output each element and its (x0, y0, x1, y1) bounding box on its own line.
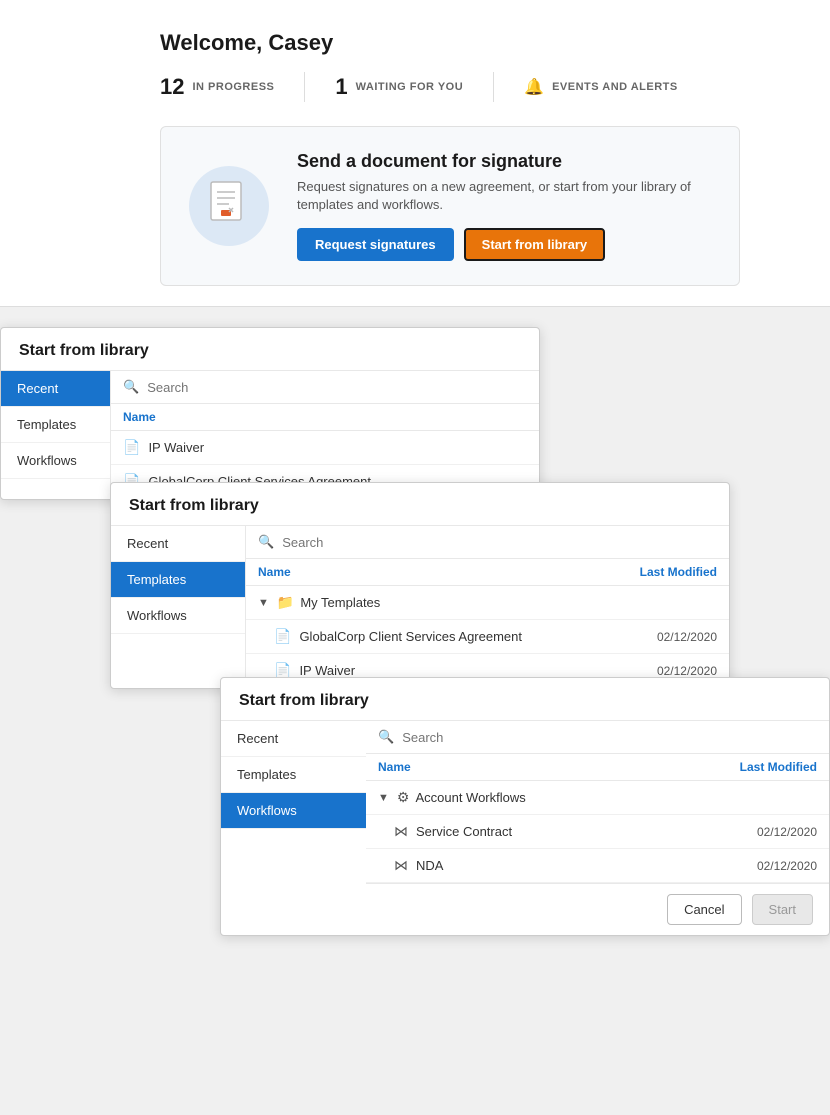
col-name-r: Name (123, 410, 156, 424)
send-doc-card: Send a document for signature Request si… (160, 126, 740, 286)
sidebar-item-workflows-r[interactable]: Workflows (1, 443, 110, 479)
panel-workflows-search-bar: 🔍 (366, 721, 829, 754)
file-date-t1: 02/12/2020 (657, 630, 717, 644)
search-icon-w: 🔍 (378, 729, 394, 745)
welcome-title: Welcome, Casey (160, 30, 790, 56)
panel-workflows-body: Recent Templates Workflows 🔍 Name Last M… (221, 721, 829, 935)
stats-bar: 12 IN PROGRESS 1 WAITING FOR YOU 🔔 EVENT… (160, 72, 790, 102)
sidebar-item-templates-t[interactable]: Templates (111, 562, 245, 598)
stat-number-progress: 12 (160, 74, 184, 100)
panel-workflows-title: Start from library (221, 678, 829, 721)
workflow-icon-w1: ⋈ (394, 823, 408, 840)
stat-waiting: 1 WAITING FOR YOU (335, 74, 463, 100)
stat-divider-1 (304, 72, 305, 102)
stat-number-waiting: 1 (335, 74, 347, 100)
sidebar-item-workflows-w[interactable]: Workflows (221, 793, 366, 829)
file-row-left: 📄 GlobalCorp Client Services Agreement (274, 628, 522, 645)
file-name-t2: IP Waiver (299, 663, 355, 678)
panel-templates-content: 🔍 Name Last Modified ▼ 📁 My Templates 📄 … (246, 526, 729, 688)
dashboard: Welcome, Casey 12 IN PROGRESS 1 WAITING … (0, 0, 830, 307)
panels-container: Start from library Recent Templates Work… (0, 317, 830, 1037)
panel-footer: Cancel Start (366, 883, 829, 935)
sidebar-item-recent-w[interactable]: Recent (221, 721, 366, 757)
panel-templates: Start from library Recent Templates Work… (110, 482, 730, 689)
doc-svg-icon (207, 180, 251, 232)
panel-templates-title: Start from library (111, 483, 729, 526)
list-item[interactable]: 📄 IP Waiver (111, 431, 539, 465)
sidebar-item-templates-w[interactable]: Templates (221, 757, 366, 793)
panel-recent-content: 🔍 Name 📄 IP Waiver 📄 GlobalCorp Client S… (111, 371, 539, 499)
start-button[interactable]: Start (752, 894, 813, 925)
search-input-w[interactable] (402, 730, 817, 745)
panel-templates-sidebar: Recent Templates Workflows (111, 526, 246, 688)
col-name-t: Name (258, 565, 291, 579)
doc-illustration (189, 166, 269, 246)
panel-workflows-content: 🔍 Name Last Modified ▼ ⚙ Account Workflo… (366, 721, 829, 935)
bell-icon: 🔔 (524, 77, 544, 97)
panel-templates-body: Recent Templates Workflows 🔍 Name Last M… (111, 526, 729, 688)
file-row-left: ⋈ NDA (394, 857, 443, 874)
file-icon-1: 📄 (123, 439, 140, 456)
stat-label-progress: IN PROGRESS (192, 81, 274, 93)
panel-recent-body: Recent Templates Workflows 🔍 Name 📄 IP W… (1, 371, 539, 499)
panel-recent-title: Start from library (1, 328, 539, 371)
sidebar-item-recent-t[interactable]: Recent (111, 526, 245, 562)
list-item[interactable]: ⋈ NDA 02/12/2020 (366, 849, 829, 883)
search-input-t[interactable] (282, 535, 717, 550)
folder-name-w: Account Workflows (415, 790, 525, 805)
chevron-down-icon-t: ▼ (258, 597, 269, 609)
send-doc-desc: Request signatures on a new agreement, o… (297, 178, 711, 214)
folder-row-w[interactable]: ▼ ⚙ Account Workflows (366, 781, 829, 815)
folder-name-t: My Templates (300, 595, 380, 610)
panel-workflows-header: Name Last Modified (366, 754, 829, 781)
panel-recent-sidebar: Recent Templates Workflows (1, 371, 111, 499)
stat-alerts: 🔔 EVENTS AND ALERTS (524, 77, 678, 97)
file-date-t2: 02/12/2020 (657, 664, 717, 678)
panel-templates-header: Name Last Modified (246, 559, 729, 586)
folder-row-t[interactable]: ▼ 📁 My Templates (246, 586, 729, 620)
workflow-name-w2: NDA (416, 858, 443, 873)
send-doc-content: Send a document for signature Request si… (297, 151, 711, 261)
search-icon-r: 🔍 (123, 379, 139, 395)
workflow-folder-icon: ⚙ (397, 789, 410, 806)
workflow-icon-w2: ⋈ (394, 857, 408, 874)
sidebar-item-recent-r[interactable]: Recent (1, 371, 110, 407)
file-name-t1: GlobalCorp Client Services Agreement (299, 629, 522, 644)
file-row-left: 📄 IP Waiver (123, 439, 204, 456)
panel-recent-search-bar: 🔍 (111, 371, 539, 404)
workflow-date-w2: 02/12/2020 (757, 859, 817, 873)
stat-divider-2 (493, 72, 494, 102)
stat-in-progress: 12 IN PROGRESS (160, 74, 274, 100)
search-input-r[interactable] (147, 380, 527, 395)
workflow-name-w1: Service Contract (416, 824, 512, 839)
col-name-w: Name (378, 760, 411, 774)
send-doc-title: Send a document for signature (297, 151, 711, 172)
folder-icon-t: 📁 (277, 594, 294, 611)
col-modified-w: Last Modified (740, 760, 817, 774)
chevron-down-icon-w: ▼ (378, 792, 389, 804)
file-icon-t1: 📄 (274, 628, 291, 645)
send-doc-buttons: Request signatures Start from library (297, 228, 711, 261)
list-item[interactable]: ⋈ Service Contract 02/12/2020 (366, 815, 829, 849)
workflow-date-w1: 02/12/2020 (757, 825, 817, 839)
panel-workflows-sidebar: Recent Templates Workflows (221, 721, 366, 935)
list-item[interactable]: 📄 GlobalCorp Client Services Agreement 0… (246, 620, 729, 654)
panel-templates-search-bar: 🔍 (246, 526, 729, 559)
stat-label-waiting: WAITING FOR YOU (356, 81, 464, 93)
stat-label-alerts: EVENTS AND ALERTS (552, 81, 678, 93)
panel-recent-header: Name (111, 404, 539, 431)
file-row-left: ⋈ Service Contract (394, 823, 512, 840)
panel-workflows: Start from library Recent Templates Work… (220, 677, 830, 936)
col-modified-t: Last Modified (640, 565, 717, 579)
request-signatures-button[interactable]: Request signatures (297, 228, 454, 261)
sidebar-item-templates-r[interactable]: Templates (1, 407, 110, 443)
cancel-button[interactable]: Cancel (667, 894, 741, 925)
sidebar-item-workflows-t[interactable]: Workflows (111, 598, 245, 634)
panel-recent: Start from library Recent Templates Work… (0, 327, 540, 500)
file-name-1: IP Waiver (148, 440, 204, 455)
search-icon-t: 🔍 (258, 534, 274, 550)
start-from-library-button[interactable]: Start from library (464, 228, 605, 261)
